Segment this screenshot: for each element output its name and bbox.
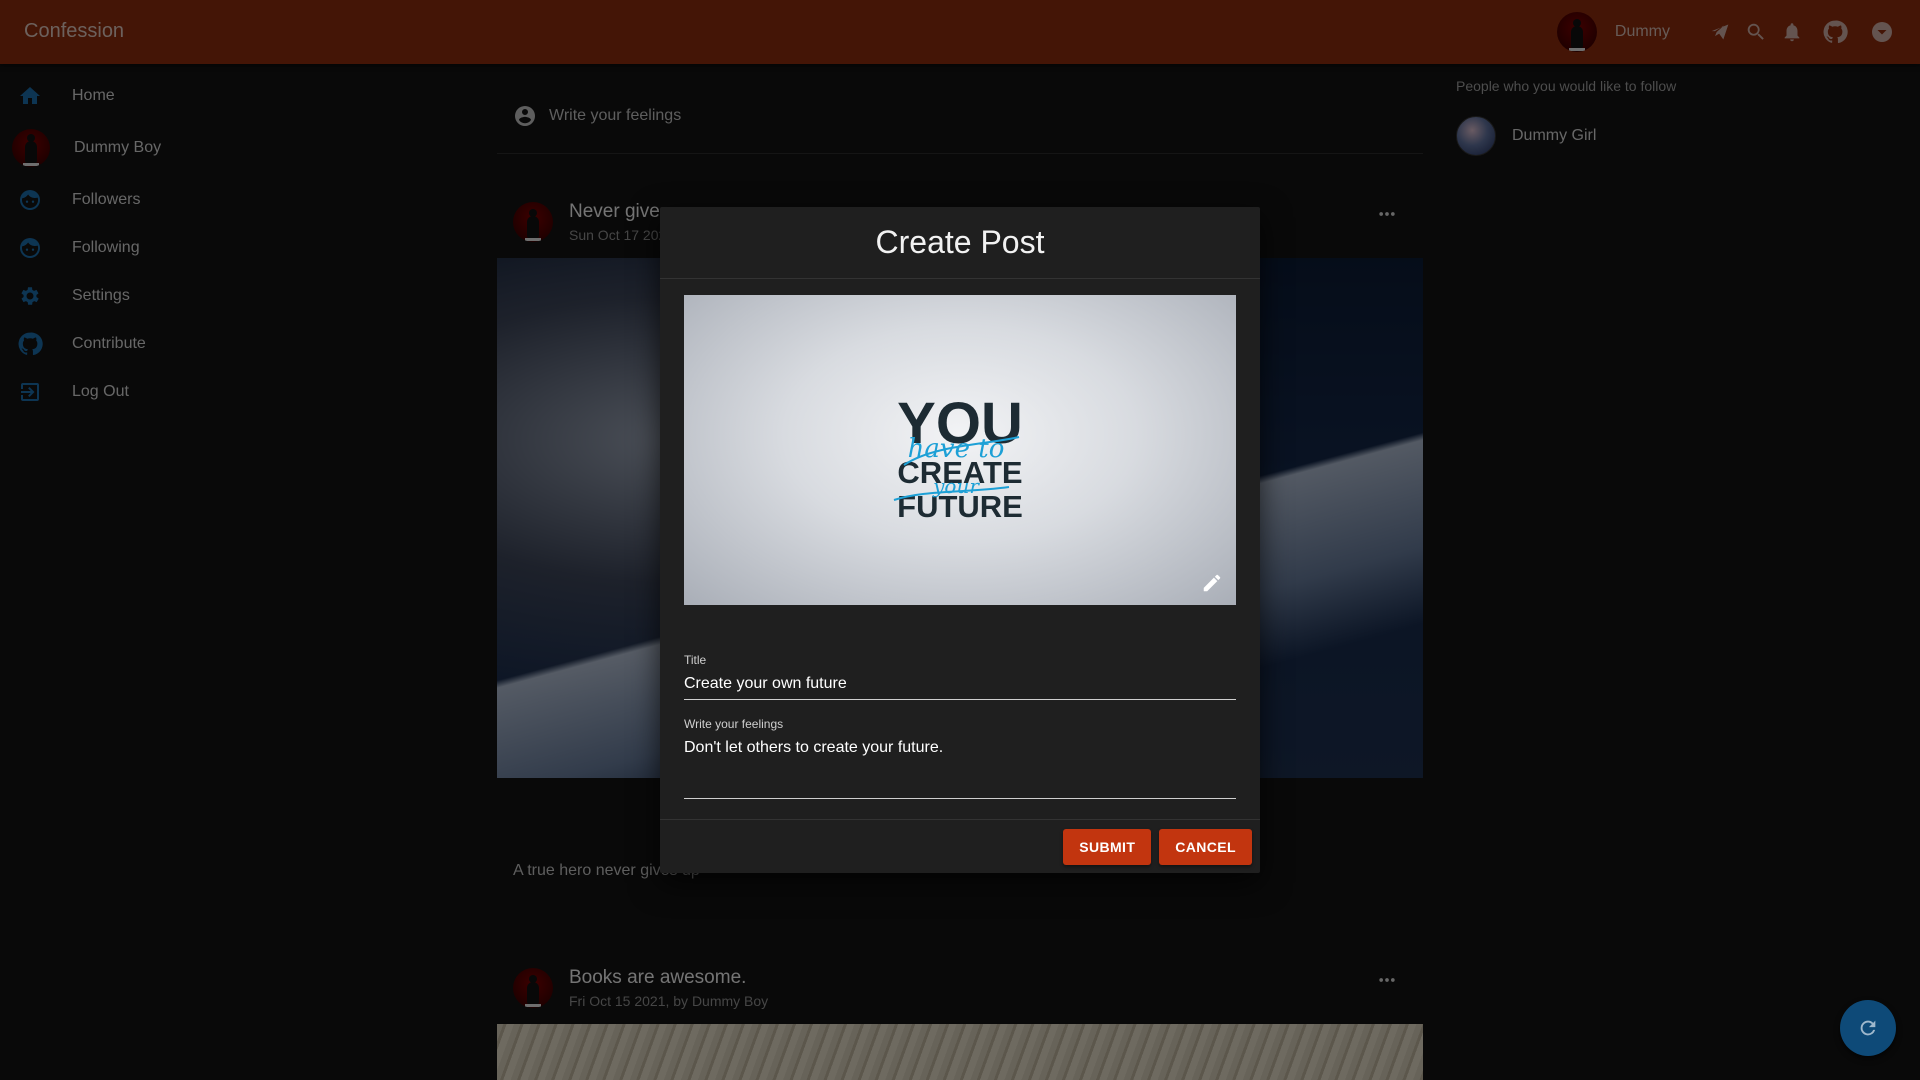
dialog-actions: SUBMIT CANCEL	[660, 819, 1260, 873]
title-underline	[684, 699, 1236, 700]
create-post-dialog: Create Post YOU CREATE FUTURE have to yo…	[660, 207, 1260, 873]
poster-script2: your	[932, 474, 980, 498]
submit-button[interactable]: SUBMIT	[1063, 828, 1152, 865]
cancel-button[interactable]: CANCEL	[1159, 828, 1252, 865]
poster-graphic: YOU CREATE FUTURE have to your	[893, 391, 1023, 524]
title-label: Title	[684, 653, 707, 667]
post-image-preview: YOU CREATE FUTURE have to your	[684, 295, 1236, 605]
feelings-textarea[interactable]: Don't let others to create your future.	[684, 731, 1236, 793]
refresh-button[interactable]	[1840, 1000, 1896, 1056]
pencil-icon[interactable]	[1198, 569, 1226, 597]
title-input[interactable]	[684, 667, 1236, 699]
poster-script1: have to	[908, 434, 1005, 464]
feelings-label: Write your feelings	[684, 717, 784, 731]
title-field: Title	[684, 653, 1236, 700]
feelings-field: Write your feelings Don't let others to …	[684, 717, 1236, 799]
dialog-title: Create Post	[660, 207, 1260, 279]
refresh-icon	[1857, 1017, 1879, 1039]
feelings-underline	[684, 798, 1236, 799]
